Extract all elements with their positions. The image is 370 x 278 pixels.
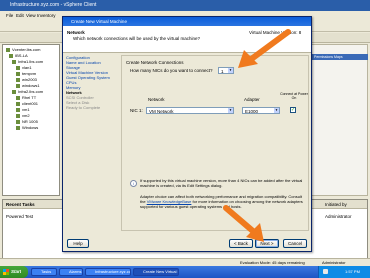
- vm-icon: [16, 95, 20, 100]
- vsphere-title-bar: Infrastructure.xyz.com - vSphere Client: [0, 0, 370, 11]
- vcenter-icon: [6, 47, 10, 52]
- tree-item[interactable]: vm2: [16, 113, 30, 118]
- vsphere-window-title: Infrastructure.xyz.com - vSphere Client: [10, 2, 97, 8]
- system-tray: 1:57 PM: [318, 266, 370, 278]
- tree-item[interactable]: client001: [16, 101, 38, 106]
- tree-item[interactable]: vlan1: [16, 65, 32, 70]
- nic-limit-info: If supported by this virtual machine ver…: [140, 178, 303, 188]
- column-connect-power-on: Connect at Power On: [280, 92, 308, 100]
- tree-item[interactable]: IBS-LA: [9, 53, 28, 58]
- tree-item[interactable]: Vcenter.lbs.com: [6, 47, 40, 52]
- evaluation-status: Evaluation Mode: 45 days remaining: [240, 260, 305, 265]
- vsphere-status-bar: Evaluation Mode: 45 days remaining Admin…: [0, 258, 370, 266]
- tree-item[interactable]: Infra1.lbs.com: [12, 59, 43, 64]
- nic1-adapter-select[interactable]: E1000 ▼: [242, 107, 280, 114]
- start-button[interactable]: Start: [0, 266, 28, 278]
- vm-icon: [16, 65, 20, 70]
- arrow-annotation-next: [223, 205, 264, 242]
- section-label: Create Network Connections: [126, 60, 184, 65]
- right-tabs-label: Permissions Maps: [314, 55, 343, 59]
- nic1-connect-checkbox[interactable]: ✓: [290, 107, 296, 113]
- chevron-down-icon: ▼: [274, 108, 279, 113]
- chevron-down-icon: ▼: [228, 68, 233, 73]
- tree-item[interactable]: NR 1005: [16, 119, 38, 124]
- page-title: Network: [67, 30, 85, 35]
- nic1-network-select[interactable]: VM Network ▼: [146, 107, 234, 114]
- dialog-title-bar: Create New Virtual Machine: [63, 17, 311, 26]
- help-button[interactable]: Help: [67, 239, 89, 248]
- recent-tasks-title: Recent Tasks: [6, 202, 35, 207]
- tree-item[interactable]: windows1: [16, 83, 40, 88]
- arrow-shaft: [247, 29, 291, 63]
- step-ready: Ready to Complete: [66, 105, 101, 110]
- tree-item[interactable]: Rhel TT: [16, 95, 36, 100]
- nics-question: How many NICs do you want to connect?: [130, 68, 213, 73]
- windows-logo-icon: [3, 269, 9, 275]
- clock[interactable]: 1:57 PM: [345, 269, 360, 274]
- vm-icon: [16, 113, 20, 118]
- recent-task-row[interactable]: Powered Test: [6, 214, 33, 219]
- menu-inventory[interactable]: Inventory: [37, 13, 56, 18]
- nic1-adapter-value: E1000: [245, 109, 259, 114]
- dialog-title: Create New Virtual Machine: [71, 19, 127, 24]
- host-icon: [12, 89, 16, 94]
- vm-icon: [16, 125, 20, 130]
- taskbar-item-tasks[interactable]: Tasks: [31, 268, 57, 276]
- vm-icon: [16, 71, 20, 76]
- start-label: Start: [11, 269, 22, 274]
- tree-item[interactable]: vm1: [16, 107, 30, 112]
- recent-task-user: Administrator: [325, 214, 352, 219]
- nic-count-select[interactable]: 1 ▼: [218, 67, 234, 74]
- arrow-annotation-nic-count: [238, 29, 291, 68]
- nic1-network-value: VM Network: [149, 109, 174, 114]
- taskbar-item-create-vm[interactable]: Create New Virtual M...: [133, 268, 179, 276]
- chevron-down-icon: ▼: [228, 108, 233, 113]
- page-subtitle: Which network connections will be used b…: [73, 36, 201, 41]
- vm-icon: [16, 101, 20, 106]
- tree-item[interactable]: Windows: [16, 125, 38, 130]
- taskbar-item-vsphere[interactable]: Infrastructure.xyz.com - vSph...: [85, 268, 131, 276]
- recent-col-initiated: Initiated by: [325, 202, 347, 207]
- network-content-pane: Create Network Connections How many NICs…: [121, 55, 309, 231]
- vm-icon: [16, 83, 20, 88]
- menu-view[interactable]: View: [26, 13, 36, 18]
- column-adapter: Adapter: [244, 97, 260, 102]
- tree-item[interactable]: Infra2.lbs.com: [12, 89, 43, 94]
- vm-icon: [16, 107, 20, 112]
- vm-icon: [16, 77, 20, 82]
- datacenter-icon: [9, 53, 13, 58]
- vm-icon: [16, 119, 20, 124]
- arrow-shaft: [223, 205, 257, 235]
- tree-item[interactable]: win2003: [16, 77, 37, 82]
- taskbar-item-alarms[interactable]: Alarms: [59, 268, 83, 276]
- menu-edit[interactable]: Edit: [16, 13, 24, 18]
- wizard-steps: Configuration Name and Location Storage …: [66, 55, 120, 195]
- nic1-label: NIC 1:: [130, 108, 143, 113]
- cancel-button[interactable]: Cancel: [283, 239, 307, 248]
- host-icon: [12, 59, 16, 64]
- menu-file[interactable]: File: [6, 13, 13, 18]
- column-network: Network: [148, 97, 165, 102]
- status-user: Administrator: [322, 260, 346, 265]
- info-icon: i: [130, 180, 137, 187]
- nic-count-value: 1: [221, 69, 224, 74]
- network-icon[interactable]: [323, 269, 328, 274]
- inventory-tree[interactable]: Vcenter.lbs.com IBS-LA Infra1.lbs.com vl…: [2, 44, 60, 196]
- tree-item[interactable]: tempvm: [16, 71, 36, 76]
